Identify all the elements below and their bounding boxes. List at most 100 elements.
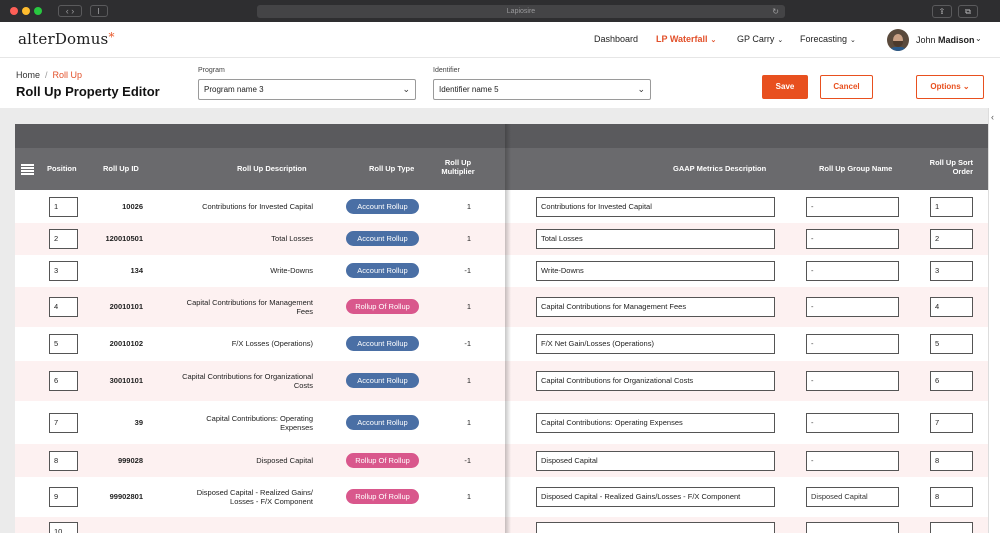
user-last-name: Madison	[938, 35, 975, 45]
breadcrumb-current[interactable]: Roll Up	[53, 70, 83, 80]
table-row: 4 20010101 Capital Contributions for Manag…	[15, 287, 988, 327]
sort-order-input[interactable]: 7	[930, 413, 973, 433]
rollup-type-badge[interactable]: Account Rollup	[346, 263, 419, 278]
collapse-panel-toggle[interactable]: ‹	[988, 108, 1000, 533]
chevron-down-icon: ⌄	[637, 84, 645, 94]
chevron-down-icon[interactable]: ⌄	[975, 34, 982, 43]
breadcrumb-home[interactable]: Home	[16, 70, 40, 80]
sort-order-input[interactable]: 6	[930, 371, 973, 391]
col-position[interactable]: Position	[47, 164, 77, 173]
col-sort-order[interactable]: Roll Up Sort Order	[921, 158, 973, 176]
col-rollup-id[interactable]: Roll Up ID	[103, 164, 139, 173]
group-name-input[interactable]	[806, 522, 899, 533]
col-header-line: Roll Up	[444, 158, 472, 167]
group-name-input[interactable]: -	[806, 229, 899, 249]
sidebar-toggle-icon[interactable]	[90, 5, 108, 17]
save-button[interactable]: Save	[762, 75, 808, 99]
program-select-value: Program name 3	[204, 85, 264, 94]
rollup-description: Write-Downs	[150, 266, 313, 275]
gaap-description-input[interactable]: Disposed Capital - Realized Gains/Losses…	[536, 487, 775, 507]
chevron-down-icon: ⌄	[710, 37, 717, 44]
share-icon[interactable]: ⇪	[932, 5, 952, 18]
breadcrumb: Home / Roll Up	[16, 70, 82, 80]
identifier-select[interactable]: Identifier name 5 ⌄	[433, 79, 651, 100]
sort-order-input[interactable]: 8	[930, 451, 973, 471]
group-name-input[interactable]: -	[806, 261, 899, 281]
group-name-input[interactable]: -	[806, 297, 899, 317]
gaap-description-input[interactable]: F/X Net Gain/Losses (Operations)	[536, 334, 775, 354]
rollup-type-badge[interactable]: Account Rollup	[346, 199, 419, 214]
close-window-icon[interactable]	[10, 7, 18, 15]
rollup-id: 30010101	[109, 376, 143, 385]
avatar[interactable]	[887, 29, 909, 51]
rollup-type-badge[interactable]: Rollup Of Rollup	[346, 489, 419, 504]
gaap-description-input[interactable]: Disposed Capital	[536, 451, 775, 471]
rollup-type-badge[interactable]: Account Rollup	[346, 336, 419, 351]
col-group-name[interactable]: Roll Up Group Name	[819, 164, 892, 173]
rollup-type-badge[interactable]: Account Rollup	[346, 373, 419, 388]
rollup-description: Disposed Capital	[150, 456, 313, 465]
logo-star-icon: *	[108, 30, 115, 44]
gaap-description-input[interactable]	[536, 522, 775, 533]
sort-order-input[interactable]: 1	[930, 197, 973, 217]
nav-lp-waterfall[interactable]: LP Waterfall ⌄	[656, 34, 716, 44]
nav-dashboard[interactable]: Dashboard	[594, 34, 638, 44]
multiplier-value: 1	[466, 492, 471, 501]
rollup-type-badge[interactable]: Rollup Of Rollup	[346, 453, 419, 468]
col-header-line: Roll Up Sort	[929, 158, 973, 167]
col-header-line: Order	[952, 167, 973, 176]
col-gaap-description[interactable]: GAAP Metrics Description	[673, 164, 766, 173]
gaap-description-input[interactable]: Contributions for Invested Capital	[536, 197, 775, 217]
multiplier-value: 1	[466, 234, 471, 243]
back-forward-buttons[interactable]: ‹ ›	[58, 5, 82, 17]
gaap-description-input[interactable]: Write-Downs	[536, 261, 775, 281]
maximize-window-icon[interactable]	[34, 7, 42, 15]
reload-icon[interactable]: ↻	[772, 5, 779, 18]
sort-order-input[interactable]: 8	[930, 487, 973, 507]
description-line: Costs	[293, 381, 313, 390]
gaap-description-input[interactable]: Capital Contributions: Operating Expense…	[536, 413, 775, 433]
group-name-input[interactable]: -	[806, 334, 899, 354]
col-rollup-type[interactable]: Roll Up Type	[369, 164, 414, 173]
user-menu[interactable]: John Madison	[916, 35, 975, 45]
col-rollup-multiplier[interactable]: Roll Up Multiplier	[433, 158, 483, 176]
rollup-description: Capital Contributions for Organizational…	[150, 372, 313, 390]
col-header-line: Multiplier	[441, 167, 475, 176]
gaap-description-input[interactable]: Total Losses	[536, 229, 775, 249]
nav-forecasting[interactable]: Forecasting ⌄	[800, 34, 856, 44]
gaap-description-input[interactable]: Capital Contributions for Organizational…	[536, 371, 775, 391]
table-row: 8 999028 Disposed Capital Rollup Of Rollup -…	[15, 444, 988, 477]
options-button[interactable]: Options ⌄	[916, 75, 984, 99]
group-name-input[interactable]: -	[806, 451, 899, 471]
tabs-overview-icon[interactable]: ⧉	[958, 5, 978, 18]
group-name-input[interactable]: -	[806, 413, 899, 433]
brand-logo[interactable]: alterDomus*	[18, 30, 115, 48]
sort-order-input[interactable]: 5	[930, 334, 973, 354]
nav-gp-carry[interactable]: GP Carry ⌄	[737, 34, 783, 44]
sort-order-input[interactable]: 2	[930, 229, 973, 249]
address-bar[interactable]: Lapiosire ↻	[257, 5, 785, 18]
program-select[interactable]: Program name 3 ⌄	[198, 79, 416, 100]
table-row: 5 20010102 F/X Losses (Operations) Account …	[15, 327, 988, 361]
gaap-description-input[interactable]: Capital Contributions for Management Fee…	[536, 297, 775, 317]
minimize-window-icon[interactable]	[22, 7, 30, 15]
column-menu-icon[interactable]	[21, 164, 34, 175]
description-line: Contributions for Invested Capital	[202, 202, 313, 211]
group-name-input[interactable]: -	[806, 197, 899, 217]
sort-order-input[interactable]: 3	[930, 261, 973, 281]
group-name-input[interactable]: -	[806, 371, 899, 391]
sort-order-input[interactable]: 4	[930, 297, 973, 317]
description-line: F/X Losses (Operations)	[231, 339, 313, 348]
multiplier-value: 1	[466, 202, 471, 211]
group-name-input[interactable]: Disposed Capital	[806, 487, 899, 507]
rollup-type-badge[interactable]: Account Rollup	[346, 231, 419, 246]
table-header-bar	[15, 124, 988, 148]
cancel-button[interactable]: Cancel	[820, 75, 873, 99]
rollup-id: 120010501	[105, 234, 143, 243]
options-label: Options	[930, 82, 961, 91]
position-input[interactable]: 10	[49, 522, 78, 533]
rollup-type-badge[interactable]: Rollup Of Rollup	[346, 299, 419, 314]
col-rollup-description[interactable]: Roll Up Description	[237, 164, 307, 173]
rollup-type-badge[interactable]: Account Rollup	[346, 415, 419, 430]
sort-order-input[interactable]	[930, 522, 973, 533]
